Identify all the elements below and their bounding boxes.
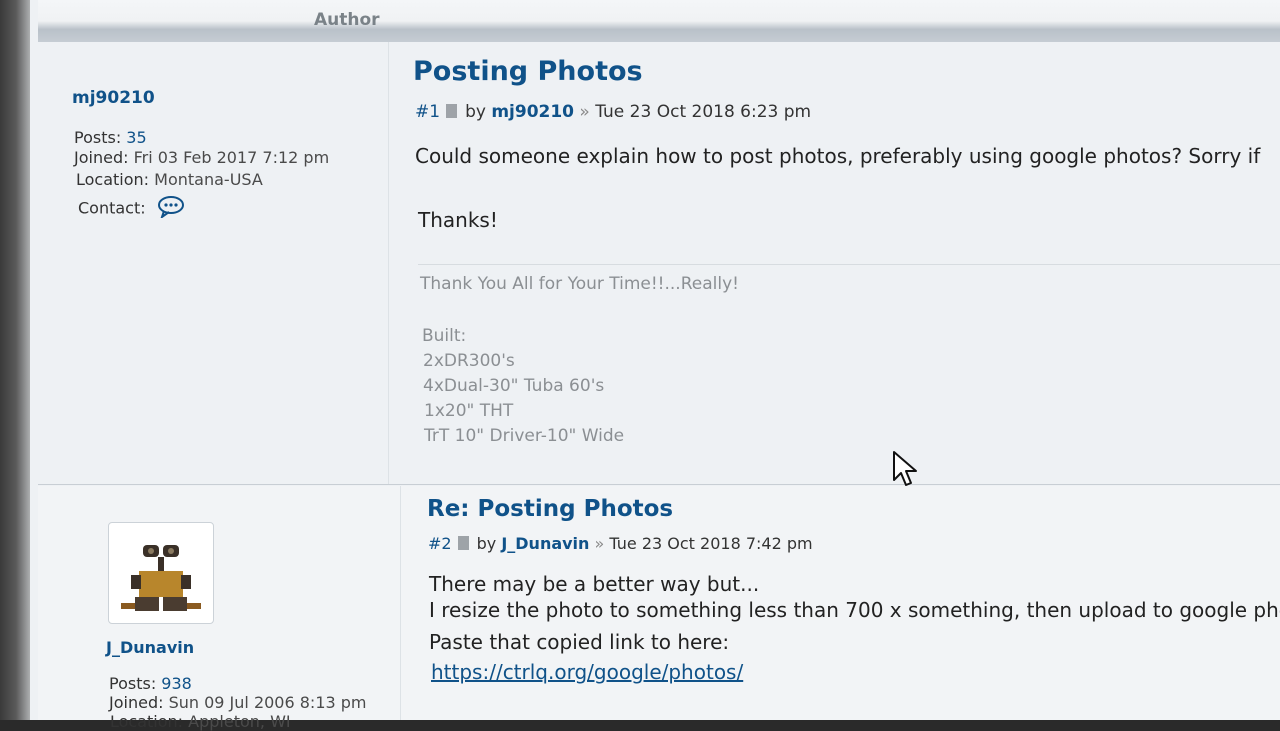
post-title[interactable]: Posting Photos bbox=[413, 56, 643, 87]
profile-joined: Joined: Fri 03 Feb 2017 7:12 pm bbox=[74, 148, 330, 167]
mouse-cursor-icon bbox=[892, 450, 920, 492]
signature-divider bbox=[418, 264, 1280, 265]
post-author-link[interactable]: J_Dunavin bbox=[501, 534, 589, 553]
profile-posts: Posts: 35 bbox=[74, 128, 147, 147]
post-content-line: Paste that copied link to here: bbox=[429, 630, 730, 654]
post-content-line: I resize the photo to something less tha… bbox=[429, 598, 1280, 622]
post-timestamp: Tue 23 Oct 2018 6:23 pm bbox=[595, 102, 812, 122]
profile-username[interactable]: J_Dunavin bbox=[106, 638, 194, 657]
robot-avatar-icon bbox=[121, 545, 201, 611]
browser-screen: Author mj90210 Posts: 35 Joined: Fri 03 … bbox=[30, 0, 1280, 731]
post-number-link[interactable]: #2 bbox=[428, 534, 452, 553]
file-icon[interactable] bbox=[457, 536, 469, 550]
topic-header: Author bbox=[38, 0, 1280, 42]
post-external-link[interactable]: https://ctrlq.org/google/photos/ bbox=[431, 660, 743, 684]
post-meta: #1 by mj90210 » Tue 23 Oct 2018 6:23 pm bbox=[415, 102, 812, 122]
signature-line: 4xDual-30" Tuba 60's bbox=[423, 376, 605, 396]
profile-posts: Posts: 938 bbox=[109, 674, 192, 693]
profile-joined: Joined: Sun 09 Jul 2006 8:13 pm bbox=[109, 693, 367, 712]
profile-contact: Contact: bbox=[78, 196, 185, 222]
signature-line: Built: bbox=[422, 326, 467, 346]
post-content-line: There may be a better way but... bbox=[429, 572, 760, 596]
author-column-header: Author bbox=[314, 10, 380, 30]
post-number-link[interactable]: #1 bbox=[415, 102, 440, 122]
signature-line: Thank You All for Your Time!!...Really! bbox=[420, 274, 739, 294]
file-icon[interactable] bbox=[446, 104, 458, 118]
signature-line: TrT 10" Driver-10" Wide bbox=[424, 426, 625, 446]
post-author-link[interactable]: mj90210 bbox=[491, 102, 574, 122]
speech-bubble-icon[interactable] bbox=[157, 196, 185, 222]
post-2: J_Dunavin Posts: 938 Joined: Sun 09 Jul … bbox=[38, 486, 1280, 731]
profile-location: Location: Appleton, WI bbox=[110, 712, 291, 731]
profile-username[interactable]: mj90210 bbox=[72, 88, 155, 108]
post-title[interactable]: Re: Posting Photos bbox=[427, 496, 673, 522]
signature-line: 2xDR300's bbox=[423, 351, 515, 371]
profile-location: Location: Montana-USA bbox=[76, 170, 263, 189]
post-content-line: Could someone explain how to post photos… bbox=[415, 144, 1261, 168]
post-profile: mj90210 Posts: 35 Joined: Fri 03 Feb 201… bbox=[38, 42, 389, 484]
profile-posts-count[interactable]: 35 bbox=[126, 128, 146, 147]
post-meta: #2 by J_Dunavin » Tue 23 Oct 2018 7:42 pm bbox=[428, 534, 813, 553]
post-content-line: Thanks! bbox=[418, 208, 498, 232]
avatar[interactable] bbox=[108, 522, 214, 624]
post-timestamp: Tue 23 Oct 2018 7:42 pm bbox=[609, 534, 813, 553]
post-1: mj90210 Posts: 35 Joined: Fri 03 Feb 201… bbox=[38, 42, 1280, 485]
post-profile: J_Dunavin Posts: 938 Joined: Sun 09 Jul … bbox=[38, 486, 401, 731]
profile-posts-count[interactable]: 938 bbox=[161, 674, 192, 693]
signature-line: 1x20" THT bbox=[424, 401, 514, 421]
